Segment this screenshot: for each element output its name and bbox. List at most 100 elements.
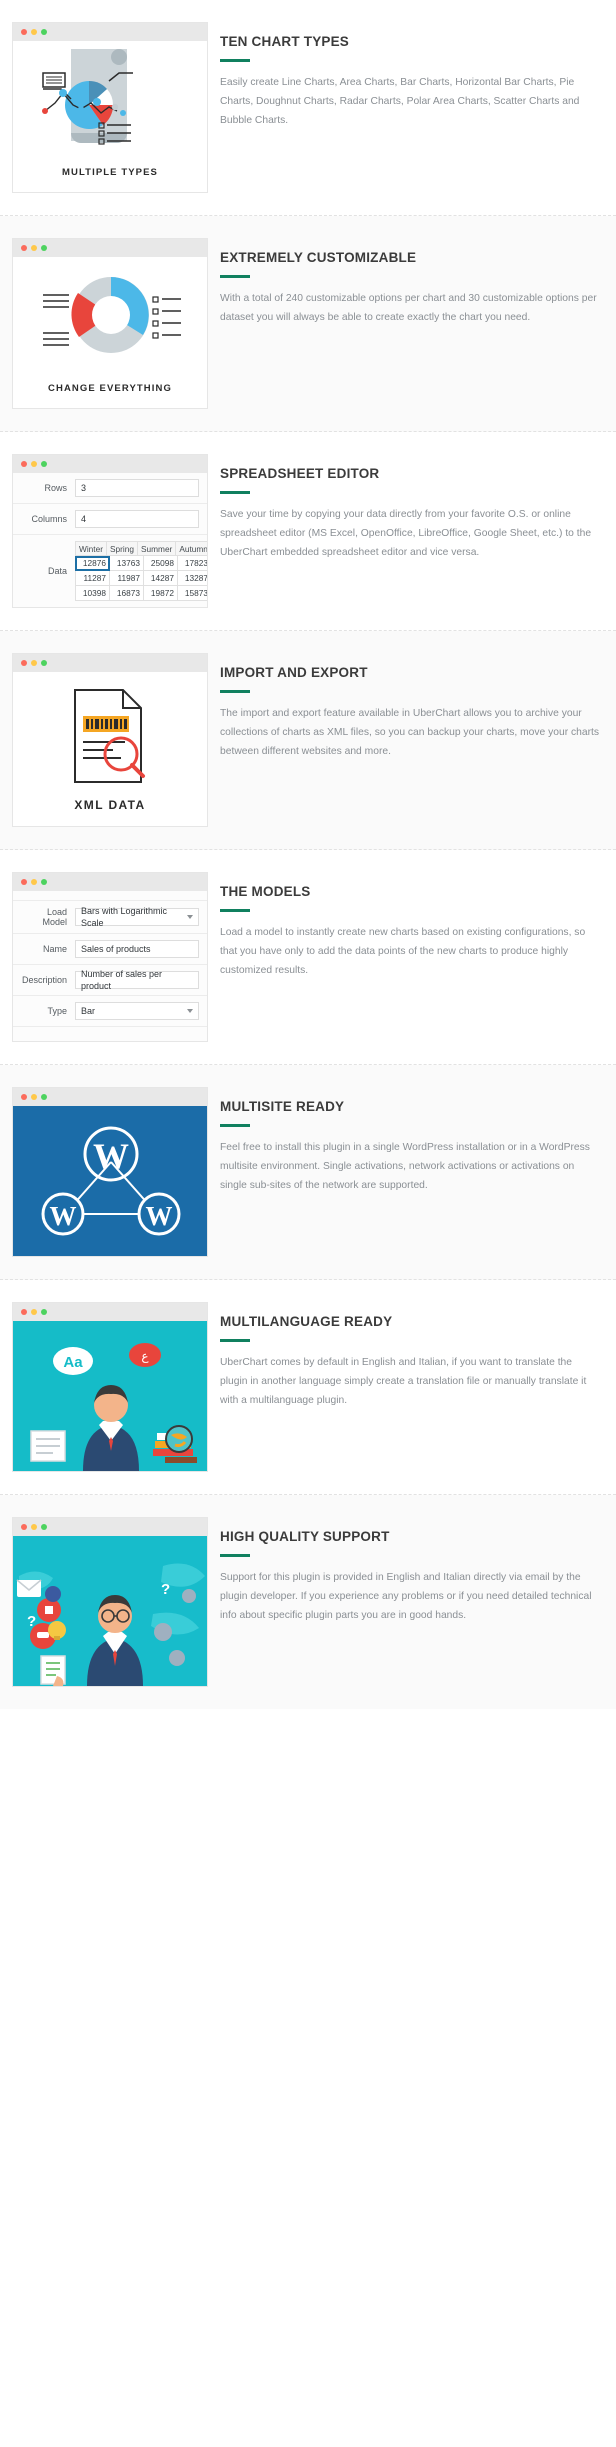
browser-mockup: CHANGE EVERYTHING — [12, 238, 208, 409]
feature-title: TEN CHART TYPES — [220, 34, 350, 49]
feature-description: Easily create Line Charts, Area Charts, … — [220, 77, 580, 126]
maximize-dot-icon[interactable] — [41, 1524, 47, 1530]
column-header-autumn[interactable]: Autumn — [176, 541, 207, 556]
form-footer-spacer — [13, 1027, 207, 1041]
close-dot-icon[interactable] — [21, 1309, 27, 1315]
maximize-dot-icon[interactable] — [41, 879, 47, 885]
description-field-row: Description Number of sales per product — [13, 965, 207, 996]
grid-cell[interactable]: 25098 — [143, 556, 178, 571]
description-input[interactable]: Number of sales per product — [75, 969, 199, 991]
grid-cell[interactable]: 17823 — [177, 556, 207, 571]
maximize-dot-icon[interactable] — [41, 461, 47, 467]
grid-cell[interactable]: 13763 — [109, 556, 144, 571]
maximize-dot-icon[interactable] — [41, 660, 47, 666]
title-underline-rule — [220, 1124, 250, 1128]
minimize-dot-icon[interactable] — [31, 660, 37, 666]
browser-mockup: Aa ع — [12, 1302, 208, 1472]
data-grid[interactable]: Winter Spring Summer Autumn 12876 13763 … — [75, 541, 207, 601]
minimize-dot-icon[interactable] — [31, 29, 37, 35]
load-model-select[interactable]: Bars with Logarithmic Scale — [75, 906, 199, 928]
name-label: Name — [42, 944, 67, 954]
data-field-row: Data Winter Spring Summer Autumn 12876 1… — [13, 535, 207, 607]
minimize-dot-icon[interactable] — [31, 1309, 37, 1315]
column-header-spring[interactable]: Spring — [106, 541, 138, 556]
columns-input[interactable]: 4 — [75, 510, 199, 528]
minimize-dot-icon[interactable] — [31, 245, 37, 251]
doughnut-chart-illustration-svg — [43, 277, 181, 353]
grid-cell[interactable]: 14287 — [143, 571, 178, 586]
type-select[interactable]: Bar — [75, 1002, 199, 1020]
grid-cell[interactable]: 11287 — [75, 571, 110, 586]
media-column: MULTIPLE TYPES — [0, 22, 208, 193]
rows-field-row: Rows 3 — [13, 473, 207, 504]
feature-description: The import and export feature available … — [220, 708, 600, 757]
browser-title-bar — [13, 455, 207, 473]
minimize-dot-icon[interactable] — [31, 879, 37, 885]
chevron-down-icon — [187, 915, 193, 919]
media-column: ? ? — [0, 1517, 208, 1687]
rows-label: Rows — [44, 483, 67, 493]
text-column: TEN CHART TYPES Easily create Line Chart… — [208, 22, 616, 130]
browser-title-bar — [13, 873, 207, 891]
close-dot-icon[interactable] — [21, 879, 27, 885]
grid-data-row: 11287 11987 14287 13287 — [75, 571, 207, 586]
wordpress-network-illustration-svg: W W W — [41, 1126, 181, 1236]
feature-section-spreadsheet-editor: Rows 3 Columns 4 Data Winter Spring Summ… — [0, 432, 616, 631]
grid-cell[interactable]: 13287 — [177, 571, 207, 586]
column-header-winter[interactable]: Winter — [75, 541, 107, 556]
feature-title: MULTILANGUAGE READY — [220, 1314, 393, 1329]
grid-cell[interactable]: 15873 — [177, 586, 207, 601]
illustration-caption: MULTIPLE TYPES — [62, 167, 158, 178]
close-dot-icon[interactable] — [21, 660, 27, 666]
maximize-dot-icon[interactable] — [41, 29, 47, 35]
feature-section-extremely-customizable: CHANGE EVERYTHING EXTREMELY CUSTOMIZABLE… — [0, 216, 616, 432]
close-dot-icon[interactable] — [21, 1094, 27, 1100]
browser-mockup: MULTIPLE TYPES — [12, 22, 208, 193]
maximize-dot-icon[interactable] — [41, 245, 47, 251]
close-dot-icon[interactable] — [21, 461, 27, 467]
grid-cell-selected[interactable]: 12876 — [75, 556, 110, 571]
close-dot-icon[interactable] — [21, 1524, 27, 1530]
grid-cell[interactable]: 16873 — [109, 586, 144, 601]
media-column: Aa ع — [0, 1302, 208, 1472]
grid-cell[interactable]: 11987 — [109, 571, 144, 586]
minimize-dot-icon[interactable] — [31, 1524, 37, 1530]
svg-text:W: W — [50, 1201, 77, 1231]
browser-title-bar — [13, 1088, 207, 1106]
browser-mockup: XML DATA — [12, 653, 208, 827]
text-column: HIGH QUALITY SUPPORT Support for this pl… — [208, 1517, 616, 1625]
columns-field-row: Columns 4 — [13, 504, 207, 535]
feature-description: UberChart comes by default in English an… — [220, 1357, 587, 1406]
browser-title-bar — [13, 1303, 207, 1321]
column-header-summer[interactable]: Summer — [137, 541, 177, 556]
rows-input[interactable]: 3 — [75, 479, 199, 497]
grid-header-row: Winter Spring Summer Autumn — [75, 541, 207, 556]
browser-mockup: Load Model Bars with Logarithmic Scale N… — [12, 872, 208, 1042]
close-dot-icon[interactable] — [21, 29, 27, 35]
minimize-dot-icon[interactable] — [31, 1094, 37, 1100]
browser-mockup: W W W — [12, 1087, 208, 1257]
browser-content: CHANGE EVERYTHING — [13, 257, 207, 408]
multiple-charts-illustration-svg — [42, 49, 133, 145]
feature-section-multilanguage-ready: Aa ع MULTILANGUAGE READY UberChart comes… — [0, 1280, 616, 1495]
illustration-xml-data — [13, 672, 207, 792]
form-spacer — [13, 891, 207, 901]
name-input[interactable]: Sales of products — [75, 940, 199, 958]
minimize-dot-icon[interactable] — [31, 461, 37, 467]
maximize-dot-icon[interactable] — [41, 1094, 47, 1100]
grid-cell[interactable]: 19872 — [143, 586, 178, 601]
grid-cell[interactable]: 10398 — [75, 586, 110, 601]
feature-title: IMPORT AND EXPORT — [220, 665, 368, 680]
close-dot-icon[interactable] — [21, 245, 27, 251]
svg-text:?: ? — [161, 1581, 170, 1598]
illustration-caption: XML DATA — [74, 798, 146, 812]
illustration-change-everything — [13, 257, 207, 377]
feature-description: Load a model to instantly create new cha… — [220, 927, 586, 976]
feature-description: With a total of 240 customizable options… — [220, 293, 597, 323]
grid-data-row: 10398 16873 19872 15873 — [75, 586, 207, 601]
text-column: THE MODELS Load a model to instantly cre… — [208, 872, 616, 980]
data-label: Data — [47, 566, 67, 576]
models-form: Load Model Bars with Logarithmic Scale N… — [13, 891, 207, 1041]
svg-text:Aa: Aa — [63, 1354, 83, 1371]
maximize-dot-icon[interactable] — [41, 1309, 47, 1315]
